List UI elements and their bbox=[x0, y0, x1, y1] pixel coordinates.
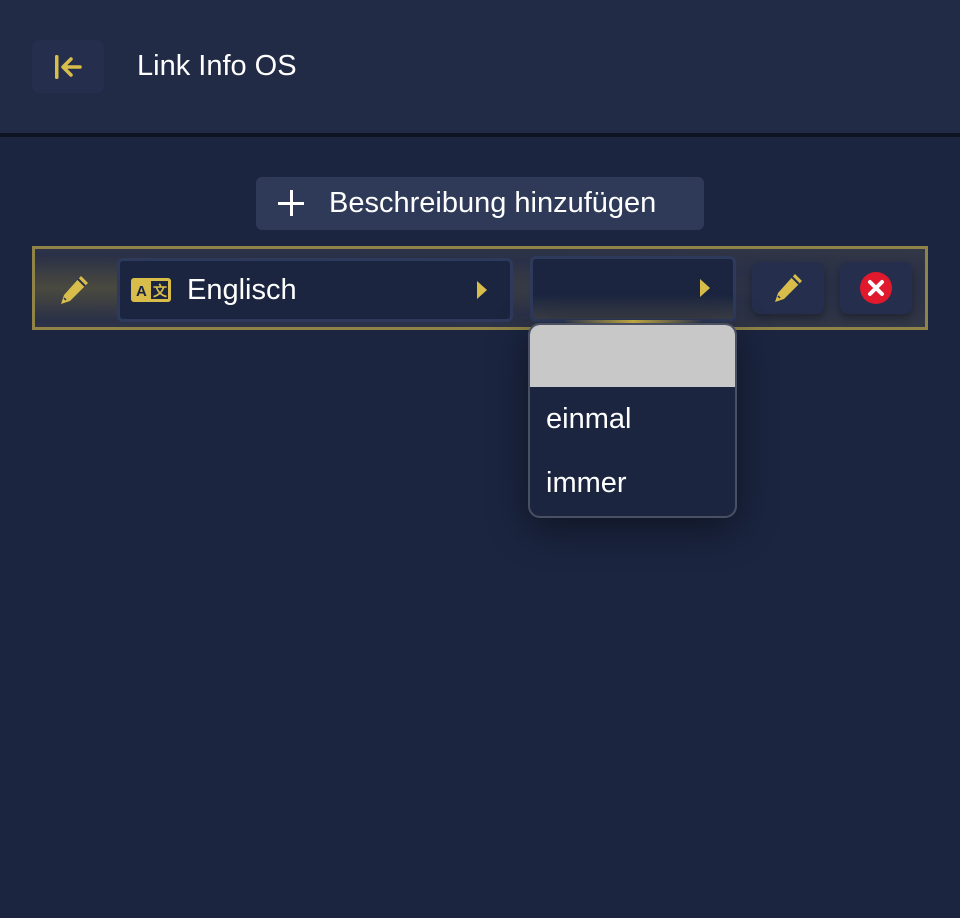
frequency-dropdown-menu: einmal immer bbox=[528, 323, 737, 518]
page-title: Link Info OS bbox=[137, 50, 297, 82]
header-divider bbox=[0, 133, 960, 137]
translate-icon: A文 bbox=[131, 278, 171, 302]
app-header: Link Info OS bbox=[0, 0, 960, 133]
svg-text:文: 文 bbox=[153, 283, 168, 299]
close-circle-icon bbox=[860, 272, 892, 304]
frequency-select[interactable] bbox=[530, 256, 736, 323]
pencil-icon[interactable] bbox=[57, 273, 91, 307]
dropdown-option-immer[interactable]: immer bbox=[530, 451, 735, 515]
collapse-left-arrow-icon bbox=[55, 54, 82, 79]
svg-text:A: A bbox=[136, 283, 147, 300]
back-button[interactable] bbox=[32, 40, 104, 93]
pencil-icon bbox=[775, 274, 802, 302]
add-description-button[interactable]: Beschreibung hinzufügen bbox=[256, 177, 704, 230]
add-description-label: Beschreibung hinzufügen bbox=[329, 187, 657, 219]
caret-right-icon bbox=[477, 281, 487, 299]
plus-icon bbox=[278, 189, 306, 218]
edit-button[interactable] bbox=[752, 262, 824, 314]
language-value: Englisch bbox=[187, 273, 297, 306]
caret-right-icon bbox=[700, 279, 710, 297]
language-select[interactable]: A文 Englisch bbox=[117, 258, 513, 322]
dropdown-option-einmal[interactable]: einmal bbox=[530, 387, 735, 451]
delete-button[interactable] bbox=[840, 262, 912, 314]
description-entry-row: A文 Englisch bbox=[32, 246, 928, 330]
dropdown-option-empty[interactable] bbox=[530, 325, 735, 387]
